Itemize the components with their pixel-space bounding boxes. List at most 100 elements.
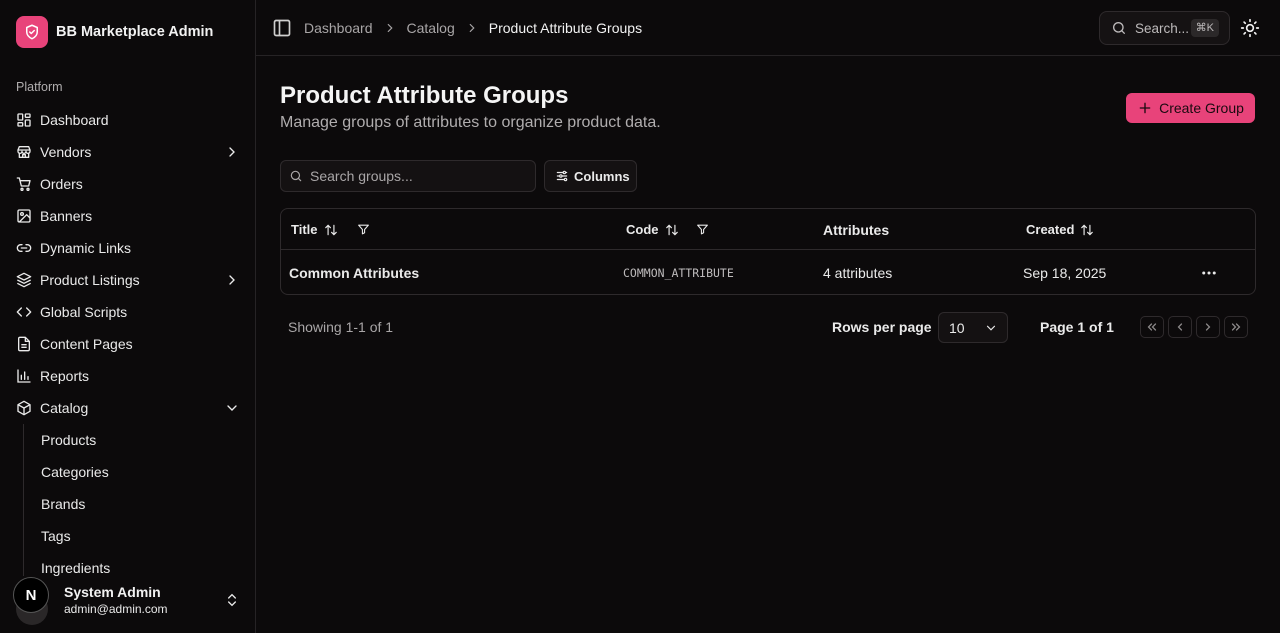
more-horizontal-icon[interactable] xyxy=(1200,264,1218,282)
catalog-subnav: Products Categories Brands Tags Ingredie… xyxy=(23,424,248,576)
layers-icon xyxy=(16,272,32,288)
sidebar-item-global-scripts[interactable]: Global Scripts xyxy=(8,296,248,328)
filter-icon[interactable] xyxy=(696,209,709,250)
sidebar-item-dynamic-links[interactable]: Dynamic Links xyxy=(8,232,248,264)
search-icon xyxy=(1111,20,1127,36)
sun-icon[interactable] xyxy=(1240,18,1260,38)
shield-logo-icon xyxy=(16,16,48,48)
sidebar-item-vendors[interactable]: Vendors xyxy=(8,136,248,168)
group-search-input[interactable] xyxy=(310,168,530,184)
chevron-right-icon xyxy=(224,272,240,288)
column-code-label: Code xyxy=(626,222,659,237)
sidebar-item-catalog[interactable]: Catalog xyxy=(8,392,248,424)
table-header: Title Code Attributes Created xyxy=(281,209,1255,250)
chevron-right-icon xyxy=(465,21,479,35)
column-header-code[interactable]: Code xyxy=(626,209,679,250)
sidebar-item-content-pages[interactable]: Content Pages xyxy=(8,328,248,360)
groups-table: Title Code Attributes Created Common Att… xyxy=(280,208,1256,295)
sidebar-item-dashboard[interactable]: Dashboard xyxy=(8,104,248,136)
create-group-button[interactable]: Create Group xyxy=(1126,93,1255,123)
sidebar-item-label: Orders xyxy=(40,176,83,192)
sidebar-subitem-tags[interactable]: Tags xyxy=(41,520,248,552)
column-title-label: Title xyxy=(291,222,318,237)
column-header-title[interactable]: Title xyxy=(291,209,338,250)
sidebar-item-orders[interactable]: Orders xyxy=(8,168,248,200)
column-header-attributes: Attributes xyxy=(823,209,889,250)
sidebar-subitem-ingredients[interactable]: Ingredients xyxy=(41,552,248,576)
sidebar-subitem-categories[interactable]: Categories xyxy=(41,456,248,488)
create-group-label: Create Group xyxy=(1159,100,1244,116)
chevrons-right-icon xyxy=(1230,321,1242,333)
pagination-summary: Showing 1-1 of 1 xyxy=(288,319,394,335)
sidebar-section-label: Platform xyxy=(16,80,63,94)
sidebar-item-label: Global Scripts xyxy=(40,304,128,320)
cart-icon xyxy=(16,176,32,192)
page-subtitle: Manage groups of attributes to organize … xyxy=(280,114,661,131)
sidebar-item-label: Dashboard xyxy=(40,112,109,128)
sidebar-toggle-icon[interactable] xyxy=(272,18,292,38)
sidebar-subitem-products[interactable]: Products xyxy=(41,424,248,456)
dev-indicator-badge[interactable]: N xyxy=(13,577,49,613)
brand[interactable]: BB Marketplace Admin xyxy=(16,16,213,48)
user-info: System Admin admin@admin.com xyxy=(64,584,224,616)
cell-attributes: 4 attributes xyxy=(823,264,893,281)
sidebar-item-banners[interactable]: Banners xyxy=(8,200,248,232)
filter-icon[interactable] xyxy=(357,209,370,250)
sidebar-item-label: Vendors xyxy=(40,144,92,160)
rows-per-page-select[interactable]: 10 xyxy=(938,312,1008,343)
sidebar-item-label: Content Pages xyxy=(40,336,133,352)
group-search-field[interactable] xyxy=(280,160,536,192)
cell-title: Common Attributes xyxy=(289,264,420,281)
image-icon xyxy=(16,208,32,224)
breadcrumb-dashboard[interactable]: Dashboard xyxy=(304,20,373,36)
chevron-right-icon xyxy=(383,21,397,35)
breadcrumb: Dashboard Catalog Product Attribute Grou… xyxy=(304,18,642,38)
sort-icon[interactable] xyxy=(1080,223,1094,237)
sliders-icon xyxy=(555,169,569,183)
sidebar-nav: Dashboard Vendors Orders Banners Dynamic… xyxy=(8,104,248,576)
sidebar-item-label: Dynamic Links xyxy=(40,240,132,256)
search-icon xyxy=(289,169,303,183)
last-page-button[interactable] xyxy=(1224,316,1248,338)
app-title: BB Marketplace Admin xyxy=(56,24,214,40)
link-icon xyxy=(16,240,32,256)
previous-page-button[interactable] xyxy=(1168,316,1192,338)
breadcrumb-catalog[interactable]: Catalog xyxy=(407,20,455,36)
dashboard-icon xyxy=(16,112,32,128)
sidebar-item-label: Reports xyxy=(40,368,90,384)
page-info: Page 1 of 1 xyxy=(1040,319,1114,335)
global-search-button[interactable]: Search... ⌘K xyxy=(1099,11,1230,45)
global-search-label: Search... xyxy=(1135,20,1190,36)
topbar: Dashboard Catalog Product Attribute Grou… xyxy=(256,0,1280,56)
sidebar-subitem-brands[interactable]: Brands xyxy=(41,488,248,520)
breadcrumb-current: Product Attribute Groups xyxy=(488,20,643,36)
columns-label: Columns xyxy=(574,168,630,184)
cell-created: Sep 18, 2025 xyxy=(1023,264,1107,281)
file-icon xyxy=(16,336,32,352)
chevron-down-icon xyxy=(984,321,998,335)
chevrons-up-down-icon xyxy=(224,592,240,608)
page-title: Product Attribute Groups xyxy=(280,82,569,109)
plus-icon xyxy=(1137,100,1153,116)
table-row[interactable]: Common Attributes COMMON_ATTRIBUTE 4 att… xyxy=(281,250,1255,295)
rows-per-page-label: Rows per page xyxy=(832,319,932,335)
chevron-left-icon xyxy=(1174,321,1186,333)
columns-button[interactable]: Columns xyxy=(544,160,637,192)
next-page-button[interactable] xyxy=(1196,316,1220,338)
first-page-button[interactable] xyxy=(1140,316,1164,338)
sidebar-item-product-listings[interactable]: Product Listings xyxy=(8,264,248,296)
column-created-label: Created xyxy=(1026,222,1075,237)
chevron-down-icon xyxy=(224,400,240,416)
rows-per-page-value: 10 xyxy=(949,319,965,336)
sidebar-item-reports[interactable]: Reports xyxy=(8,360,248,392)
sort-icon[interactable] xyxy=(324,223,338,237)
search-shortcut: ⌘K xyxy=(1190,19,1219,37)
store-icon xyxy=(16,144,32,160)
chevron-right-icon xyxy=(1202,321,1214,333)
sort-icon[interactable] xyxy=(665,223,679,237)
sidebar: BB Marketplace Admin Platform Dashboard … xyxy=(0,0,256,633)
sidebar-item-label: Product Listings xyxy=(40,272,140,288)
user-email: admin@admin.com xyxy=(64,602,168,616)
column-header-created[interactable]: Created xyxy=(1026,209,1094,250)
sidebar-item-label: Banners xyxy=(40,208,93,224)
